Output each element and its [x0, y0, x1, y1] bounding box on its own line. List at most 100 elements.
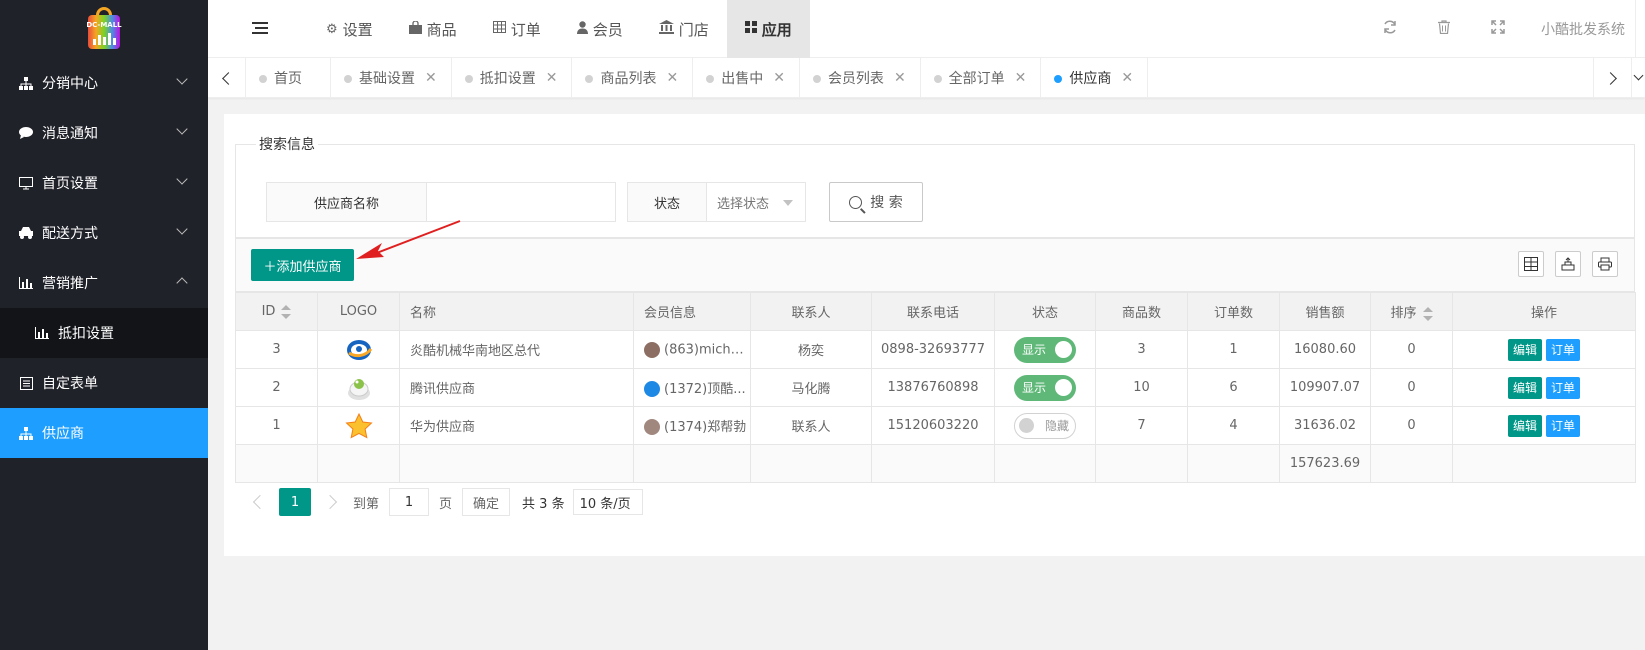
close-icon[interactable]: ✕	[546, 70, 558, 86]
cell-member: (863)michael	[633, 330, 751, 369]
edit-button[interactable]: 编辑	[1507, 338, 1542, 361]
tab-goods-list[interactable]: 商品列表 ✕	[572, 58, 694, 98]
nav-settings[interactable]: ⚙ 设置	[308, 0, 391, 58]
close-icon[interactable]: ✕	[425, 70, 437, 86]
refresh-icon[interactable]	[1363, 20, 1417, 38]
sidebar-subitem-deduction-settings[interactable]: 抵扣设置	[0, 308, 208, 358]
fullscreen-icon[interactable]	[1471, 20, 1525, 38]
close-icon[interactable]: ✕	[666, 70, 678, 86]
col-phone: 联系电话	[871, 292, 995, 331]
sidebar-item-label: 抵扣设置	[58, 326, 114, 342]
status-toggle[interactable]: 显示	[1014, 336, 1076, 363]
table-row[interactable]: 1 华为供应商 (1374)郑帮勃 联系人 15120603220 隐藏 7 4…	[235, 406, 1636, 445]
goto-page-input[interactable]: 1	[389, 488, 430, 516]
tab-dot-icon	[585, 75, 594, 83]
trash-icon[interactable]	[1417, 20, 1471, 38]
toggle-label: 显示	[1022, 381, 1047, 395]
sidebar-item-home-settings[interactable]: 首页设置	[0, 158, 208, 208]
col-sort[interactable]: 排序	[1370, 292, 1453, 331]
header-label: ID	[261, 304, 276, 319]
orders-button[interactable]: 订单	[1546, 376, 1581, 399]
nav-members[interactable]: 会员	[559, 0, 641, 58]
nav-orders[interactable]: 订单	[475, 0, 559, 58]
nav-stores[interactable]: 门店	[641, 0, 727, 58]
sidebar-item-distribution[interactable]: 分销中心	[0, 58, 208, 108]
goto-confirm-button[interactable]: 确定	[462, 488, 511, 516]
columns-filter-icon[interactable]	[1518, 251, 1544, 277]
cell-phone: 13876760898	[871, 368, 995, 407]
header-more[interactable]	[1635, 0, 1645, 58]
edit-button[interactable]: 编辑	[1507, 376, 1542, 399]
tab-supplier[interactable]: 供应商 ✕	[1041, 58, 1149, 98]
status-toggle[interactable]: 隐藏	[1014, 412, 1076, 439]
col-id[interactable]: ID	[235, 292, 318, 331]
nav-label: 商品	[426, 20, 457, 39]
toggle-knob	[1019, 418, 1034, 433]
toggle-knob	[1055, 341, 1072, 358]
nav-goods[interactable]: 商品	[391, 0, 475, 58]
pagination: 1 到第 1 页 确定 共 3 条 10 条/页	[235, 482, 1635, 522]
sidebar-item-custom-form[interactable]: 自定表单	[0, 358, 208, 408]
brand-logo[interactable]: DC-MALL	[0, 0, 208, 58]
user-menu[interactable]: 小酷批发系统	[1525, 19, 1645, 70]
export-icon[interactable]	[1555, 251, 1581, 277]
tab-home[interactable]: 首页	[246, 58, 331, 98]
close-icon[interactable]: ✕	[773, 70, 785, 86]
total-cell	[1187, 444, 1280, 483]
next-page-icon[interactable]	[322, 494, 338, 510]
sidebar-item-messages[interactable]: 消息通知	[0, 108, 208, 158]
supplier-name-input[interactable]	[427, 183, 615, 221]
status-toggle[interactable]: 显示	[1014, 374, 1076, 401]
print-icon[interactable]	[1592, 251, 1618, 277]
total-cell	[633, 444, 751, 483]
edit-button[interactable]: 编辑	[1507, 414, 1542, 437]
status-select[interactable]: 选择状态	[707, 183, 805, 221]
tabs-menu[interactable]	[1631, 58, 1645, 98]
supplier-table: ID LOGO 名称 会员信息 联系人 联系电话 状态 商品数 订单数 销售额 …	[235, 292, 1636, 483]
supplier-name-label: 供应商名称	[267, 183, 427, 221]
nav-label: 设置	[342, 20, 373, 39]
tab-basic-settings[interactable]: 基础设置 ✕	[331, 58, 452, 98]
supplier-card: 搜索信息 供应商名称 状态 选择状态 搜 索 ＋添加供应商 ID LOGO 名称…	[224, 114, 1645, 556]
table-row[interactable]: 3 炎酷机械华南地区总代 (863)michael 杨奕 0898-326937…	[235, 330, 1636, 369]
sort-icon[interactable]	[281, 304, 292, 319]
tabs-scroll-left[interactable]	[208, 58, 246, 98]
nav-apps[interactable]: 应用	[726, 0, 810, 58]
sort-icon[interactable]	[1422, 306, 1433, 321]
total-cell	[1095, 444, 1188, 483]
cell-sort: 0	[1370, 330, 1453, 369]
orders-button[interactable]: 订单	[1546, 414, 1581, 437]
col-member: 会员信息	[633, 292, 751, 331]
orders-button[interactable]: 订单	[1546, 338, 1581, 361]
sidebar-item-marketing[interactable]: 营销推广	[0, 258, 208, 308]
toolbar-icons	[1518, 251, 1618, 277]
sidebar-item-supplier[interactable]: 供应商	[0, 408, 208, 458]
cell-name: 华为供应商	[399, 406, 634, 445]
chevron-down-icon	[176, 223, 188, 235]
tabs-scroll-right[interactable]	[1593, 58, 1631, 98]
close-icon[interactable]: ✕	[1015, 70, 1027, 86]
tab-member-list[interactable]: 会员列表 ✕	[800, 58, 921, 98]
chevron-down-icon	[1633, 70, 1644, 81]
sidebar-item-label: 消息通知	[42, 126, 98, 142]
grid-icon	[744, 21, 757, 37]
current-page[interactable]: 1	[279, 488, 311, 516]
top-nav: ⚙ 设置 商品 订单 会员 门店 应用	[308, 0, 810, 58]
add-supplier-button[interactable]: ＋添加供应商	[251, 249, 354, 281]
close-icon[interactable]: ✕	[894, 70, 906, 86]
sidebar-item-delivery[interactable]: 配送方式	[0, 208, 208, 258]
table-row[interactable]: 2 腾讯供应商 (1372)顶酷... 马化腾 13876760898 显示 1…	[235, 368, 1636, 407]
tab-all-orders[interactable]: 全部订单 ✕	[921, 58, 1042, 98]
close-icon[interactable]: ✕	[1121, 70, 1133, 86]
search-button[interactable]: 搜 索	[829, 182, 923, 222]
supplier-logo-icon	[345, 337, 373, 363]
cell-status: 显示	[994, 330, 1096, 369]
prev-page-icon[interactable]	[252, 494, 268, 510]
cell-name: 腾讯供应商	[399, 368, 634, 407]
header-actions: 小酷批发系统	[1363, 0, 1645, 70]
page-size-select[interactable]: 10 条/页	[572, 489, 643, 515]
tab-deduction-settings[interactable]: 抵扣设置 ✕	[452, 58, 573, 98]
menu-toggle-icon[interactable]	[252, 22, 268, 36]
tab-label: 出售中	[721, 71, 764, 87]
tab-on-sale[interactable]: 出售中 ✕	[693, 58, 800, 98]
